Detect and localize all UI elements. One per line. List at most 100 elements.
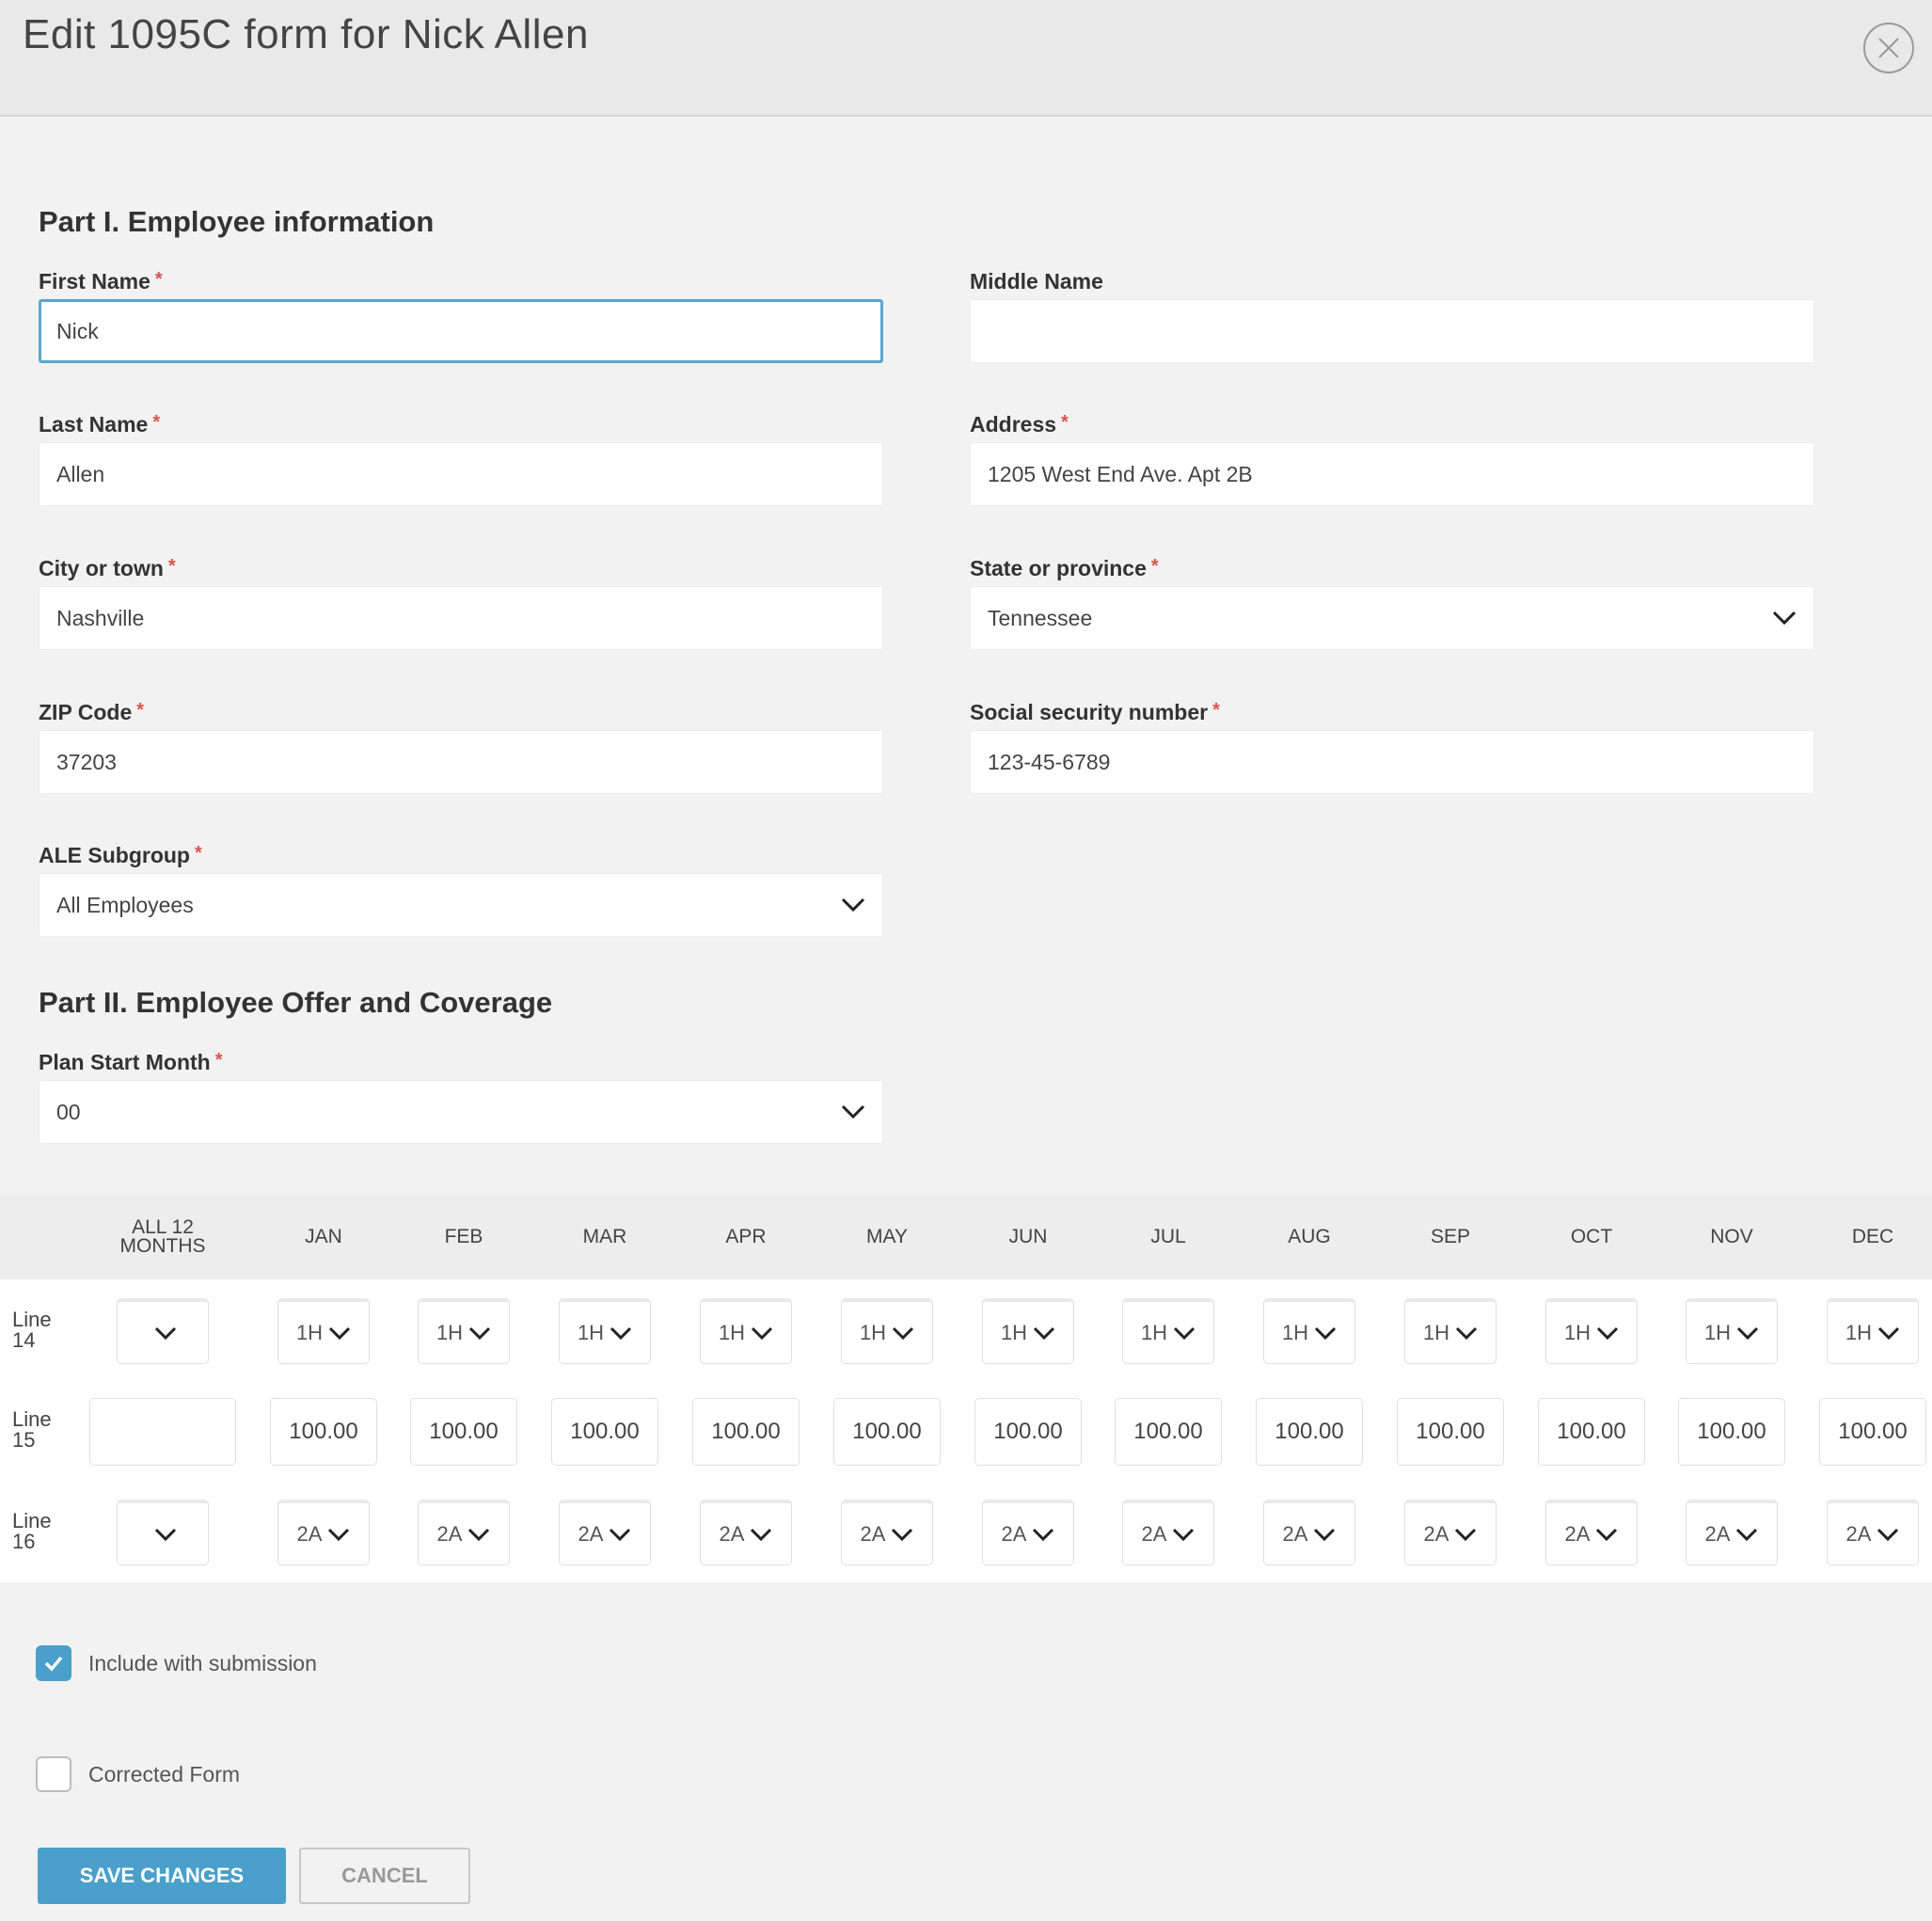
last-name-label: Last Name * <box>39 412 161 437</box>
close-button[interactable] <box>1863 23 1914 73</box>
line15-cell-input[interactable] <box>1397 1398 1504 1466</box>
line15-cell-input[interactable] <box>692 1398 800 1466</box>
column-header: JUN <box>1008 1226 1048 1247</box>
cell-select-value: 2A <box>1564 1521 1591 1546</box>
line15-cell-input[interactable] <box>270 1398 377 1466</box>
chevron-down-icon <box>328 1528 350 1541</box>
close-icon <box>1878 38 1899 58</box>
line16-cell-select[interactable]: 2A <box>1404 1500 1497 1565</box>
chevron-down-icon <box>1455 1528 1477 1541</box>
state-select[interactable]: Tennessee <box>970 586 1814 650</box>
plan-start-label: Plan Start Month * <box>39 1050 223 1074</box>
first-name-field: First Name * <box>39 267 883 363</box>
corrected-form-checkbox[interactable]: Corrected Form <box>36 1756 240 1792</box>
line16-cell-select[interactable]: 2A <box>1827 1500 1919 1565</box>
ale-subgroup-field: ALE Subgroup * All Employees <box>39 841 883 937</box>
column-header: SEP <box>1430 1226 1471 1247</box>
chevron-down-icon <box>1033 1528 1054 1541</box>
line14-cell-select[interactable]: 1H <box>1122 1298 1214 1364</box>
middle-name-input[interactable] <box>970 299 1814 363</box>
line14-cell-select[interactable]: 1H <box>700 1298 792 1364</box>
line14-cell-select[interactable]: 1H <box>1263 1298 1355 1364</box>
line14-cell-select[interactable]: 1H <box>559 1298 651 1364</box>
line15-cell-input[interactable] <box>89 1398 236 1466</box>
corrected-checkbox-box[interactable] <box>36 1756 71 1792</box>
line15-cell-input[interactable] <box>410 1398 517 1466</box>
chevron-down-icon <box>1736 1528 1758 1541</box>
check-icon <box>44 1656 63 1672</box>
line15-cell-input[interactable] <box>1678 1398 1785 1466</box>
include-checkbox-box[interactable] <box>36 1645 71 1681</box>
zip-field: ZIP Code * <box>39 698 883 794</box>
city-input[interactable] <box>39 586 883 650</box>
line14-cell-select[interactable] <box>117 1298 209 1364</box>
line16-cell-select[interactable] <box>117 1500 209 1565</box>
line15-cell-input[interactable] <box>1115 1398 1222 1466</box>
line16-cell-select[interactable]: 2A <box>418 1500 510 1565</box>
chevron-down-icon <box>841 1104 865 1119</box>
line15-cell-input[interactable] <box>974 1398 1082 1466</box>
line14-cell-select[interactable]: 1H <box>841 1298 933 1364</box>
line14-cell-select[interactable]: 1H <box>1686 1298 1778 1364</box>
line15-cell-input[interactable] <box>551 1398 658 1466</box>
chevron-down-icon <box>841 897 865 913</box>
chevron-down-icon <box>751 1528 772 1541</box>
line15-cell-input[interactable] <box>1256 1398 1363 1466</box>
line16-cell-select[interactable]: 2A <box>700 1500 792 1565</box>
cell-select-value: 1H <box>1563 1320 1592 1344</box>
save-changes-button[interactable]: SAVE CHANGES <box>38 1848 286 1904</box>
line15-cell-input[interactable] <box>833 1398 941 1466</box>
cell-select-value: 2A <box>1141 1521 1167 1546</box>
first-name-input[interactable] <box>39 299 883 363</box>
chevron-down-icon <box>610 1528 631 1541</box>
chevron-down-icon <box>1034 1326 1055 1340</box>
last-name-input[interactable] <box>39 442 883 506</box>
chevron-down-icon <box>892 1528 913 1541</box>
cancel-button[interactable]: CANCEL <box>299 1848 470 1904</box>
grid-row-label: Line 16 <box>12 1509 52 1553</box>
chevron-down-icon <box>154 1326 177 1340</box>
cell-select-value: 1H <box>859 1320 887 1344</box>
cell-select-value: 2A <box>1001 1521 1027 1546</box>
line14-cell-select[interactable]: 1H <box>277 1298 370 1364</box>
chevron-down-icon <box>1878 1326 1900 1340</box>
line16-cell-select[interactable]: 2A <box>1122 1500 1214 1565</box>
cell-select-value: 2A <box>719 1521 745 1546</box>
part1-title: Part I. Employee information <box>39 205 435 238</box>
line16-cell-select[interactable]: 2A <box>1545 1500 1638 1565</box>
required-marker: * <box>214 1050 223 1071</box>
line16-cell-select[interactable]: 2A <box>841 1500 933 1565</box>
line16-cell-select[interactable]: 2A <box>277 1500 370 1565</box>
chevron-down-icon <box>468 1528 490 1541</box>
line14-cell-select[interactable]: 1H <box>1545 1298 1638 1364</box>
line16-cell-select[interactable]: 2A <box>1263 1500 1355 1565</box>
line15-cell-input[interactable] <box>1819 1398 1926 1466</box>
column-header: MAR <box>582 1226 627 1247</box>
line14-cell-select[interactable]: 1H <box>1404 1298 1497 1364</box>
line15-cell-input[interactable] <box>1538 1398 1645 1466</box>
cell-select-value: 2A <box>578 1521 604 1546</box>
chevron-down-icon <box>1314 1528 1336 1541</box>
include-submission-checkbox[interactable]: Include with submission <box>36 1645 317 1681</box>
cell-select-value: 1H <box>718 1320 746 1344</box>
chevron-down-icon <box>1772 611 1797 626</box>
chevron-down-icon <box>752 1326 773 1340</box>
first-name-label: First Name * <box>39 269 163 294</box>
zip-input[interactable] <box>39 730 883 794</box>
cell-select-value: 2A <box>296 1521 323 1546</box>
line14-cell-select[interactable]: 1H <box>1827 1298 1919 1364</box>
ale-subgroup-select[interactable]: All Employees <box>39 873 883 937</box>
last-name-field: Last Name * <box>39 410 883 506</box>
line16-cell-select[interactable]: 2A <box>982 1500 1074 1565</box>
include-checkbox-label: Include with submission <box>88 1650 317 1675</box>
line16-cell-select[interactable]: 2A <box>1686 1500 1778 1565</box>
line14-cell-select[interactable]: 1H <box>418 1298 510 1364</box>
plan-start-select[interactable]: 00 <box>39 1080 883 1144</box>
line14-cell-select[interactable]: 1H <box>982 1298 1074 1364</box>
required-marker: * <box>1212 700 1220 721</box>
line16-cell-select[interactable]: 2A <box>559 1500 651 1565</box>
grid-row-label: Line 14 <box>12 1308 52 1352</box>
ssn-input[interactable] <box>970 730 1814 794</box>
chevron-down-icon <box>1737 1326 1759 1340</box>
address-input[interactable] <box>970 442 1814 506</box>
